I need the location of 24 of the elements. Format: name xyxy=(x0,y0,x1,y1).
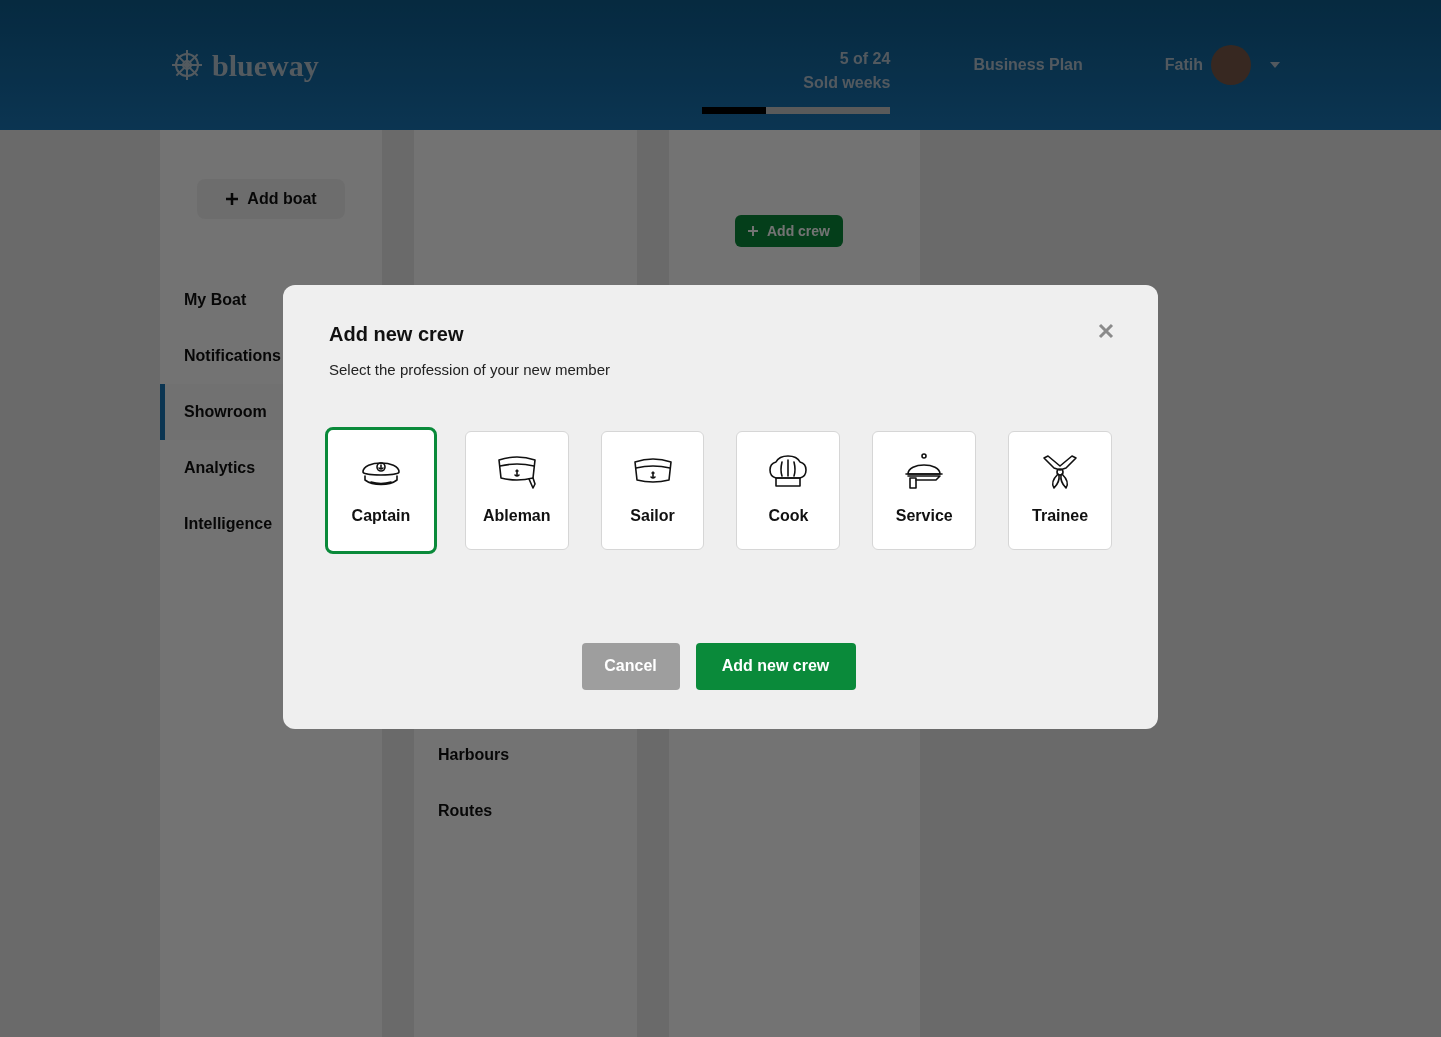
add-boat-button[interactable]: Add boat xyxy=(197,179,345,219)
profession-option[interactable]: Sailor xyxy=(600,430,705,550)
plus-icon xyxy=(225,192,240,206)
profession-option[interactable]: Ableman xyxy=(464,430,569,550)
profession-option[interactable]: Captain xyxy=(325,426,437,554)
progress-label: Sold weeks xyxy=(803,72,891,93)
caret-icon[interactable] xyxy=(1269,61,1281,69)
logo-text: blueway xyxy=(212,47,319,84)
add-crew-button[interactable]: Add crew xyxy=(734,215,843,247)
list-item[interactable]: Routes xyxy=(438,783,637,839)
dialog-subtitle: Select the profession of your new member xyxy=(329,360,610,380)
avatar[interactable] xyxy=(1211,45,1251,85)
cancel-button[interactable]: Cancel xyxy=(581,642,680,690)
profession-option[interactable]: Trainee xyxy=(1008,430,1112,550)
progress-value: 5 of 24 xyxy=(839,48,891,69)
list-item[interactable]: Harbours xyxy=(438,727,637,783)
plus-icon xyxy=(747,225,759,237)
add-new-crew-button[interactable]: Add new crew xyxy=(695,642,856,690)
close-icon[interactable] xyxy=(1098,323,1114,339)
profession-option[interactable]: Service xyxy=(872,430,977,550)
ship-wheel-icon xyxy=(170,48,204,82)
profession-option[interactable]: Cook xyxy=(736,430,841,550)
dialog-title: Add new crew xyxy=(329,322,465,347)
user-name: Fatih xyxy=(1164,55,1203,75)
